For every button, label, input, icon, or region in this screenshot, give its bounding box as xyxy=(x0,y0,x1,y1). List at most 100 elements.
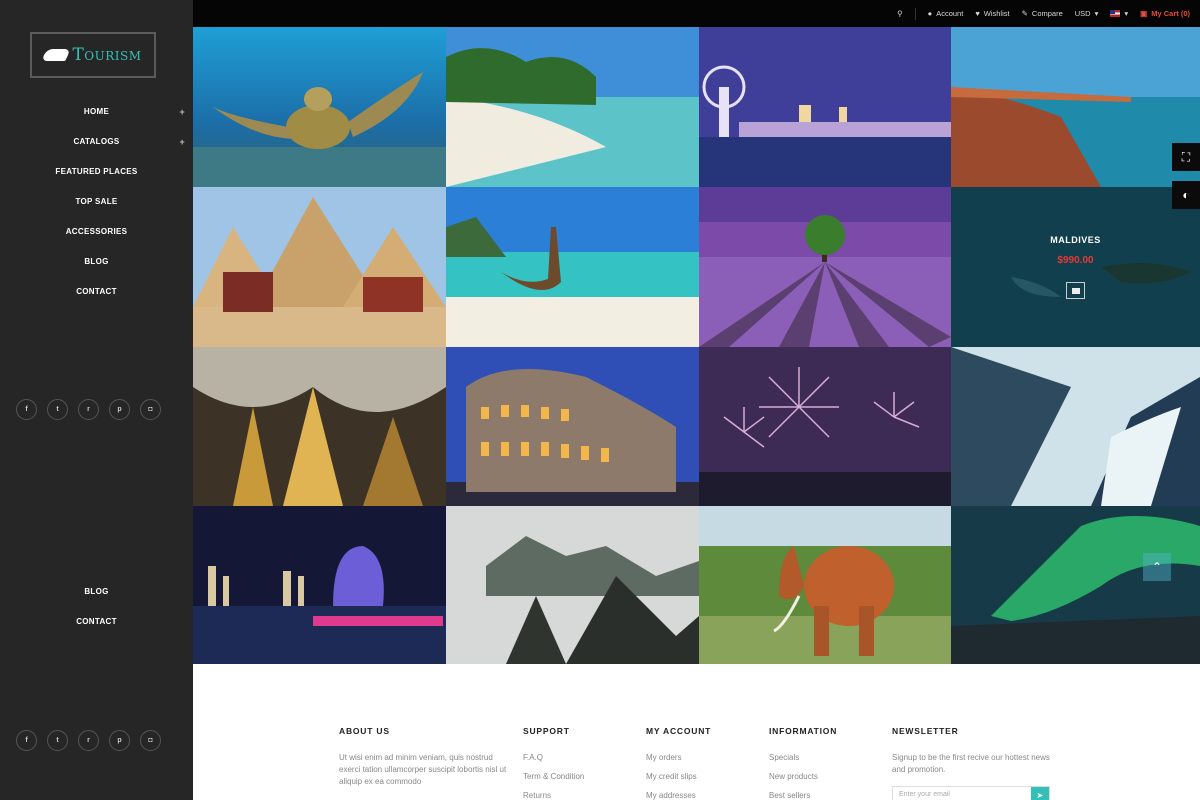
fullscreen-icon[interactable]: ⛶ xyxy=(1172,143,1200,171)
footer-link-orders[interactable]: My orders xyxy=(646,752,711,764)
gallery-tile-misty-mountains[interactable] xyxy=(446,506,699,664)
gallery-tile-cave[interactable] xyxy=(193,347,446,506)
rss-icon[interactable]: r xyxy=(78,399,99,420)
gallery-tile-elephant[interactable] xyxy=(699,506,951,664)
nav-item-home[interactable]: HOME + xyxy=(0,97,193,127)
side-tools: ⛶ ◐ xyxy=(1172,143,1200,219)
wishlist-link[interactable]: ♥ Wishlist xyxy=(975,9,1009,18)
social-links: f t r p ◘ xyxy=(16,399,161,420)
cart-link[interactable]: ▣ My Cart (0) xyxy=(1140,9,1190,18)
tile-price: $990.00 xyxy=(1057,255,1094,266)
footer-newsletter: NEWSLETTER Signup to be the first recive… xyxy=(892,726,1062,800)
footer-link-new-products[interactable]: New products xyxy=(769,771,837,783)
gallery-tile-pyramids[interactable] xyxy=(193,187,446,347)
fjord-image xyxy=(951,347,1200,506)
search-icon[interactable]: ⚲ xyxy=(897,9,903,18)
gallery-tile-fjord[interactable] xyxy=(951,347,1200,506)
footer-link-best-sellers[interactable]: Best sellers xyxy=(769,790,837,800)
footer: ABOUT US Ut wisi enim ad minim veniam, q… xyxy=(193,664,1200,800)
compare-link[interactable]: ✎ Compare xyxy=(1022,9,1063,18)
footer-support: SUPPORT F.A.Q Term & Condition Returns xyxy=(523,726,584,800)
language-select[interactable]: ▾ xyxy=(1110,9,1128,18)
pyramids-image xyxy=(193,187,446,347)
nav-item-contact-secondary[interactable]: CONTACT xyxy=(0,607,193,637)
account-link[interactable]: ● Account xyxy=(928,9,964,18)
chevron-down-icon: ▾ xyxy=(1124,9,1129,18)
logo-icon xyxy=(41,49,72,61)
cart-icon: ▣ xyxy=(1140,9,1148,18)
plus-icon[interactable]: + xyxy=(179,97,185,127)
gallery-tile-colosseum[interactable] xyxy=(446,347,699,506)
lavender-field-image xyxy=(699,187,951,347)
footer-about-text: Ut wisi enim ad minim veniam, quis nostr… xyxy=(339,753,507,786)
rss-icon[interactable]: r xyxy=(78,730,99,751)
twitter-icon[interactable]: t xyxy=(47,730,68,751)
us-flag-icon xyxy=(1110,10,1121,17)
fireworks-image xyxy=(699,347,951,506)
nav-item-featured-places[interactable]: FEATURED PLACES xyxy=(0,157,193,187)
footer-heading-account: MY ACCOUNT xyxy=(646,726,712,736)
scroll-to-top-button[interactable]: ⌃ xyxy=(1143,553,1171,581)
footer-link-addresses[interactable]: My addresses xyxy=(646,790,711,800)
user-icon: ● xyxy=(927,9,933,18)
nav-item-blog-secondary[interactable]: BLOG xyxy=(0,577,193,607)
gallery-tile-fireworks[interactable] xyxy=(699,347,951,506)
footer-information: INFORMATION Specials New products Best s… xyxy=(769,726,837,800)
instagram-icon[interactable]: ◘ xyxy=(140,730,161,751)
newsletter-email-input[interactable]: Enter your email ➤ xyxy=(892,786,1050,800)
footer-link-specials[interactable]: Specials xyxy=(769,752,837,764)
main-nav: HOME + CATALOGS + FEATURED PLACES TOP SALE… xyxy=(0,97,193,307)
merlion-night-image xyxy=(193,506,446,664)
gallery-tile-maldives[interactable]: MALDIVES $990.00 xyxy=(951,187,1200,347)
twitter-icon[interactable]: t xyxy=(47,399,68,420)
gallery-tile-lavender-field[interactable] xyxy=(699,187,951,347)
currency-select[interactable]: USD ▾ xyxy=(1075,9,1099,18)
footer-link-returns[interactable]: Returns xyxy=(523,790,584,800)
nav-item-top-sale[interactable]: TOP SALE xyxy=(0,187,193,217)
coastal-cliffs-image xyxy=(951,27,1200,187)
theme-toggle-icon[interactable]: ◐ xyxy=(1172,181,1200,209)
gallery-tile-sea-turtle[interactable] xyxy=(193,27,446,187)
sea-turtle-image xyxy=(193,27,446,187)
facebook-icon[interactable]: f xyxy=(16,730,37,751)
nav-item-catalogs[interactable]: CATALOGS + xyxy=(0,127,193,157)
secondary-nav: BLOG CONTACT xyxy=(0,577,193,637)
misty-mountains-image xyxy=(446,506,699,664)
gallery-tile-aurora[interactable] xyxy=(951,506,1200,664)
nav-item-contact[interactable]: CONTACT xyxy=(0,277,193,307)
logo[interactable]: TOURISM xyxy=(30,32,156,78)
gallery-tile-longtail-boat[interactable] xyxy=(446,187,699,347)
compare-icon: ✎ xyxy=(1021,9,1028,18)
pinterest-icon[interactable]: p xyxy=(109,730,130,751)
gallery-tile-london-night[interactable] xyxy=(699,27,951,187)
nav-item-accessories[interactable]: ACCESSORIES xyxy=(0,217,193,247)
footer-link-credit-slips[interactable]: My credit slips xyxy=(646,771,711,783)
longtail-boat-image xyxy=(446,187,699,347)
quick-view-button[interactable] xyxy=(1066,282,1085,299)
footer-link-terms[interactable]: Term & Condition xyxy=(523,771,584,783)
page: TOURISM HOME + CATALOGS + FEATURED PLACES … xyxy=(0,0,1200,800)
tile-hover-overlay: MALDIVES $990.00 xyxy=(951,187,1200,347)
pinterest-icon[interactable]: p xyxy=(109,399,130,420)
newsletter-text: Signup to be the first recive our hottes… xyxy=(892,753,1050,774)
social-links-bottom: f t r p ◘ xyxy=(16,730,161,751)
gallery-tile-merlion-night[interactable] xyxy=(193,506,446,664)
footer-heading-newsletter: NEWSLETTER xyxy=(892,726,959,736)
gallery-tile-coastal-cliffs[interactable] xyxy=(951,27,1200,187)
footer-heading-about: ABOUT US xyxy=(339,726,390,736)
newsletter-placeholder: Enter your email xyxy=(899,791,950,798)
footer-link-faq[interactable]: F.A.Q xyxy=(523,752,584,764)
plus-icon[interactable]: + xyxy=(179,127,185,157)
sidebar: TOURISM HOME + CATALOGS + FEATURED PLACES … xyxy=(0,0,193,800)
facebook-icon[interactable]: f xyxy=(16,399,37,420)
gallery-tile-tropical-beach[interactable] xyxy=(446,27,699,187)
tile-title: MALDIVES xyxy=(1050,235,1101,245)
tropical-beach-image xyxy=(446,27,699,187)
newsletter-submit-button[interactable]: ➤ xyxy=(1031,787,1049,800)
elephant-image xyxy=(699,506,951,664)
logo-text: TOURISM xyxy=(72,45,142,65)
nav-item-blog[interactable]: BLOG xyxy=(0,247,193,277)
divider xyxy=(914,7,916,20)
instagram-icon[interactable]: ◘ xyxy=(140,399,161,420)
london-night-image xyxy=(699,27,951,187)
